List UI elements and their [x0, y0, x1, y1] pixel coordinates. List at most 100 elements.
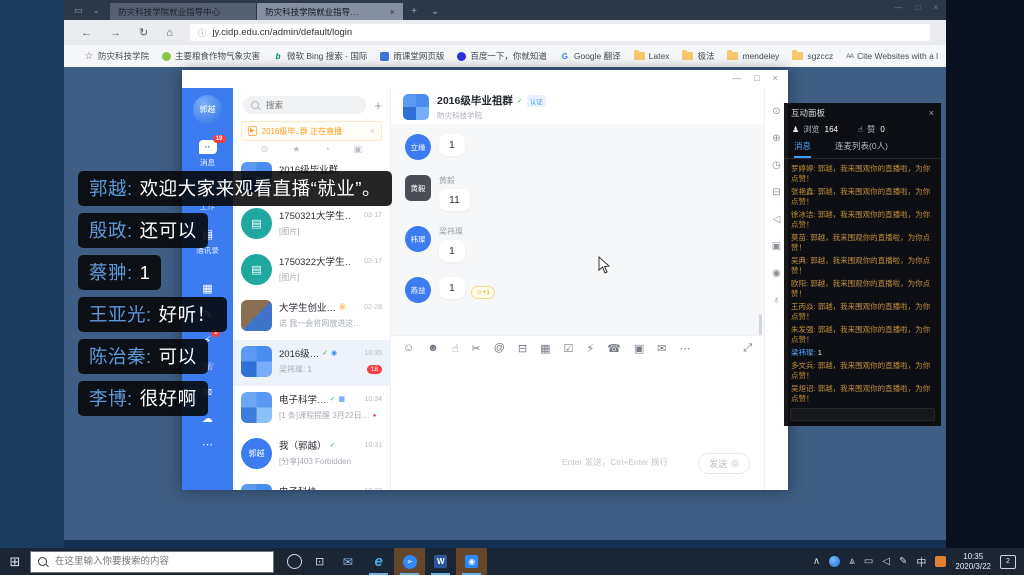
- bookmark-item[interactable]: Latex: [634, 51, 670, 61]
- sender-avatar[interactable]: 燕益: [405, 277, 431, 303]
- window-control-icon[interactable]: □: [754, 73, 759, 83]
- toolbar-icon[interactable]: ⚡: [586, 342, 594, 355]
- tray-icon[interactable]: ✎: [899, 556, 907, 567]
- toolbar-icon[interactable]: ▦: [540, 342, 550, 355]
- strip-tool-icon[interactable]: ⊟: [772, 187, 780, 198]
- toolbar-icon[interactable]: ☝: [452, 342, 459, 355]
- filter-icon[interactable]: ◔: [324, 144, 329, 155]
- taskbar-app-button[interactable]: ➢: [394, 548, 425, 575]
- bookmark-item[interactable]: ☆ 防灾科技学院: [84, 50, 149, 62]
- toolbar-icon[interactable]: ☑: [564, 342, 574, 355]
- toolbar-icon[interactable]: @: [494, 342, 505, 355]
- window-control-icon[interactable]: □: [915, 3, 920, 12]
- taskbar-app-button[interactable]: e: [363, 548, 394, 575]
- reaction-badge[interactable]: ☺+1: [471, 286, 495, 299]
- forward-icon[interactable]: →: [110, 27, 121, 39]
- panel-tab[interactable]: 连麦列表(0人): [835, 140, 888, 158]
- message-input-area[interactable]: Enter 发送，Ctrl+Enter 换行 发送 ◎: [391, 360, 764, 490]
- notification-center-icon[interactable]: 2: [1000, 555, 1016, 569]
- toolbar-icon[interactable]: ☎: [607, 342, 621, 355]
- toolbar-icon[interactable]: ☺: [403, 342, 414, 355]
- tray-icon[interactable]: ◁: [882, 556, 890, 567]
- toolbar-icon[interactable]: ⋯: [679, 342, 690, 355]
- window-control-icon[interactable]: —: [894, 3, 902, 12]
- strip-tool-icon[interactable]: ⊕: [772, 133, 780, 144]
- new-tab-button[interactable]: +: [404, 3, 424, 20]
- live-banner[interactable]: ▶ 2016级毕..群 正在直播 ×: [241, 121, 382, 141]
- panel-tab[interactable]: 消息: [794, 140, 811, 158]
- filter-icon[interactable]: ★: [292, 144, 300, 155]
- filter-icon[interactable]: ⊙: [261, 144, 269, 155]
- group-avatar[interactable]: [403, 94, 429, 120]
- bookmark-item[interactable]: b 微软 Bing 搜索 - 国际: [273, 50, 367, 62]
- bookmark-item[interactable]: mendeley: [727, 51, 779, 61]
- filter-icon[interactable]: ▣: [354, 144, 363, 155]
- tray-icon[interactable]: 中: [916, 554, 926, 569]
- window-control-icon[interactable]: ×: [933, 3, 938, 12]
- tab-tool-icon[interactable]: ▭: [74, 5, 83, 16]
- toolbar-icon[interactable]: ⊟: [518, 342, 527, 355]
- tray-icon[interactable]: [935, 556, 946, 567]
- browser-tab[interactable]: 防灾科技学院就业指导中心: [110, 3, 256, 20]
- taskbar-app-button[interactable]: ✉: [332, 548, 363, 575]
- send-button[interactable]: 发送 ◎: [698, 453, 750, 474]
- chat-list-item[interactable]: 电子科协… 10:33: [233, 478, 390, 490]
- bookmark-item[interactable]: 极法: [682, 50, 714, 62]
- toolbar-icon[interactable]: ✂: [472, 342, 481, 355]
- refresh-icon[interactable]: ↻: [139, 26, 148, 39]
- sender-avatar[interactable]: 立缘: [405, 134, 431, 160]
- strip-tool-icon[interactable]: ◷: [772, 160, 781, 171]
- hidden-icons-chevron[interactable]: ∧: [813, 556, 820, 567]
- tab-close-icon[interactable]: ×: [390, 7, 395, 17]
- add-chat-button[interactable]: +: [374, 98, 382, 113]
- sender-avatar[interactable]: 祎璨: [405, 226, 431, 252]
- bookmark-item[interactable]: 雨课堂网页版: [380, 50, 444, 62]
- cortana-icon[interactable]: [287, 554, 302, 569]
- window-control-icon[interactable]: —: [732, 73, 741, 83]
- start-button[interactable]: ⊞: [0, 554, 30, 570]
- bookmark-item[interactable]: G Google 翻译: [560, 50, 621, 62]
- tab-tool-icon[interactable]: ⌄: [93, 5, 101, 16]
- browser-tab[interactable]: 防灾科技学院就业指导… ×: [257, 3, 403, 20]
- panel-input[interactable]: [790, 408, 935, 421]
- window-control-icon[interactable]: ×: [773, 73, 778, 83]
- panel-close-icon[interactable]: ×: [929, 108, 934, 118]
- tab-list-icon[interactable]: ⌄: [424, 3, 446, 20]
- scrollbar[interactable]: [759, 314, 762, 335]
- fullscreen-icon[interactable]: ⤢: [743, 342, 752, 355]
- url-field[interactable]: ⓘ jy.cidp.edu.cn/admin/default/login: [190, 24, 930, 41]
- tray-icon[interactable]: [829, 556, 840, 567]
- task-view-icon[interactable]: ⊡: [315, 555, 324, 568]
- strip-tool-icon[interactable]: ⊙: [772, 106, 780, 117]
- bookmark-item[interactable]: 主要粮食作物气象灾害: [162, 50, 260, 62]
- taskbar-app-button[interactable]: ◉: [456, 548, 487, 575]
- back-icon[interactable]: ←: [81, 27, 92, 39]
- sidebar-item[interactable]: ·· 19 消息: [199, 137, 217, 168]
- taskbar-search[interactable]: [30, 551, 274, 573]
- toolbar-icon[interactable]: ✉: [657, 342, 666, 355]
- banner-close-icon[interactable]: ×: [370, 126, 375, 136]
- strip-tool-icon[interactable]: ▣: [772, 241, 781, 252]
- search-input[interactable]: [264, 99, 348, 111]
- avatar[interactable]: 郭越: [193, 95, 222, 124]
- bookmark-item[interactable]: AA Cite Websites with a l: [846, 51, 938, 61]
- home-icon[interactable]: ⌂: [166, 27, 173, 39]
- taskbar-app-button[interactable]: W: [425, 548, 456, 575]
- site-info-icon[interactable]: ⓘ: [198, 27, 207, 39]
- taskbar-clock[interactable]: 10:35 2020/3/22: [955, 552, 991, 572]
- send-options-icon[interactable]: ◎: [731, 458, 739, 469]
- toolbar-icon[interactable]: ▣: [634, 342, 644, 355]
- toolbar-icon[interactable]: ☻: [427, 342, 439, 355]
- tray-icon[interactable]: ⩓: [849, 556, 855, 567]
- strip-tool-icon[interactable]: ◁: [773, 214, 781, 225]
- taskbar-search-input[interactable]: [53, 555, 237, 568]
- bookmark-item[interactable]: sgzccz: [792, 51, 833, 61]
- sidebar-tool-icon[interactable]: ⋯: [202, 438, 213, 451]
- strip-tool-icon[interactable]: ♁: [773, 295, 781, 306]
- bookmark-item[interactable]: 百度一下，你就知道: [457, 50, 547, 62]
- chat-list-item[interactable]: 郭越 我（郭越） ✓ 10:31 [分享]403: [233, 432, 390, 478]
- strip-tool-icon[interactable]: ◉: [772, 268, 781, 279]
- chat-search[interactable]: [243, 96, 366, 114]
- tray-icon[interactable]: ▭: [864, 556, 873, 567]
- sender-avatar[interactable]: 黄毅: [405, 175, 431, 201]
